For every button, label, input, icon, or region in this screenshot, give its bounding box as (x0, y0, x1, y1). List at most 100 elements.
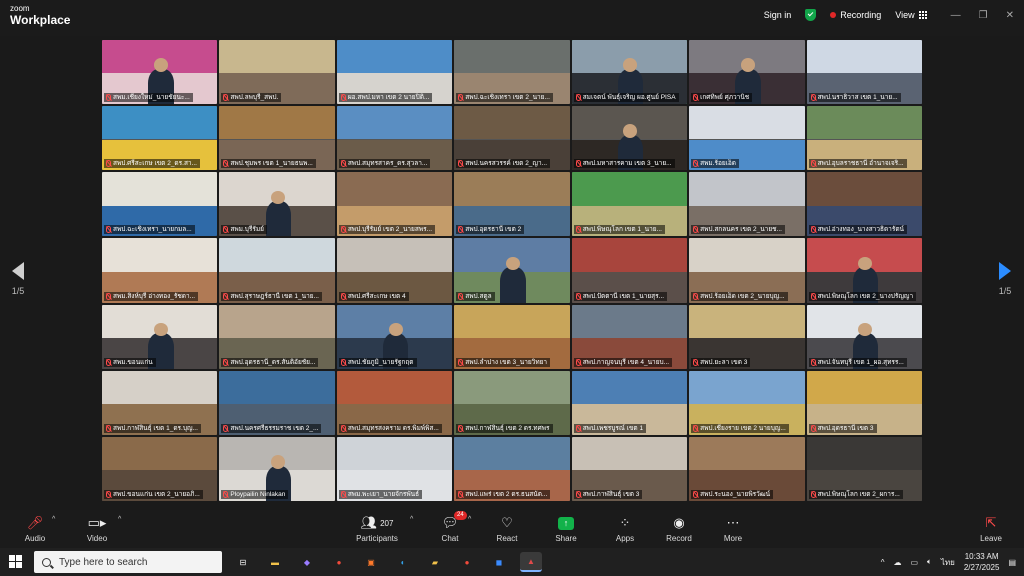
participants-options-caret-icon[interactable]: ^ (410, 516, 413, 523)
participant-tile[interactable]: สพป.เพชรบูรณ์ เขต 1 (571, 370, 688, 435)
participant-tile[interactable]: สพป.อุดรธานี_ดร.สันติอัยชัย... (219, 304, 335, 369)
participant-tile[interactable]: สพป.ฉะเชิงเทรา เขต 2_นาย... (454, 40, 570, 105)
participant-tile[interactable]: สพม.ขอนแก่น (102, 304, 218, 369)
video-options-caret-icon[interactable]: ^ (118, 516, 121, 523)
active-app-icon[interactable]: ▲ (520, 552, 542, 572)
participant-tile[interactable]: สพป.นครสวรรค์ เขต 2_ญา... (454, 106, 570, 171)
audio-options-caret-icon[interactable]: ^ (52, 516, 55, 523)
participant-tile[interactable]: สพป.จันทบุรี เขต 1_ผอ.สุทรร... (806, 304, 922, 369)
participant-name-tag: สพป.แพร่ เขต 2 ดร.ธนสนัต... (456, 490, 551, 499)
chrome-icon[interactable]: ● (328, 552, 350, 572)
mic-muted-icon (458, 424, 464, 432)
windows-start-icon[interactable] (9, 555, 22, 568)
chrome-profile-icon[interactable]: ● (456, 552, 478, 572)
participant-tile[interactable]: สพป.เชียงราย เขต 2 นายบุญ... (689, 370, 805, 435)
participant-tile[interactable]: สพป.อุดรธานี เขต 3 (806, 370, 922, 435)
edge-icon[interactable]: ◐ (392, 552, 414, 572)
participant-name-tag: สพม.ร้อยเอ็ด (691, 159, 740, 169)
folder-icon[interactable]: ▰ (424, 552, 446, 572)
participant-tile[interactable]: สพป.ฉะเชิงเทรา_นายกมล... (102, 172, 218, 237)
participant-tile[interactable]: สพป.สมุทรสงคราม ดร.พิมพ์พิส... (336, 370, 453, 435)
chat-unread-badge: 24 (454, 511, 467, 520)
record-button[interactable]: ◉ Record (654, 514, 704, 543)
previous-page-button[interactable]: 1/5 (8, 262, 28, 296)
mic-muted-icon (340, 226, 346, 234)
mic-muted-icon (575, 94, 581, 102)
taskbar-search-box[interactable]: Type here to search (34, 551, 222, 573)
participant-tile[interactable]: สพป.กาฬสินธุ์ เขต 2 ดร.ทศพร (454, 370, 570, 435)
more-button[interactable]: ⋯ More (708, 514, 758, 543)
participant-tile[interactable]: สพป.ระนอง_นายพิรวัฒน์ (689, 436, 805, 501)
participant-tile[interactable]: สพป.มหาสารคาม เขต 3_นาย... (571, 106, 688, 171)
notifications-icon[interactable]: ▤ (1008, 558, 1016, 567)
sign-in-link[interactable]: Sign in (764, 10, 792, 20)
participant-tile[interactable]: สพม.สิงห์บุรี อ่างทอง_รัชดา... (102, 238, 218, 303)
rss-app-icon[interactable]: ▣ (360, 552, 382, 572)
apps-button[interactable]: ⁘ Apps (600, 514, 650, 543)
leave-button[interactable]: ⇱ Leave (966, 514, 1016, 543)
participant-tile[interactable]: สพป.สกลนคร เขต 2_นายช... (689, 172, 805, 237)
participant-tile[interactable]: Ploypailin Ninlakan (219, 436, 335, 501)
participant-tile[interactable]: สพป.กาฬสินธุ์ เขต 1_ดร.บุญ... (102, 370, 218, 435)
file-explorer-icon[interactable]: ▬ (264, 552, 286, 572)
encryption-shield-icon[interactable] (805, 9, 817, 21)
participant-name-tag: สพป.บุรีรัมย์ เขต 2_นายสพร... (338, 225, 436, 235)
participant-tile[interactable]: สพป.ร้อยเอ็ด เขต 2_นายบุญ... (689, 238, 805, 303)
language-indicator[interactable]: ไทย (941, 556, 955, 569)
participant-tile[interactable]: สพป.อุดรธานี เขต 2 (454, 172, 570, 237)
participant-tile[interactable]: สพป.อ่างทอง_นางสาวธิดารัตน์ (806, 172, 922, 237)
participant-tile[interactable]: สพป.นราธิวาส เขต 1_นาย... (806, 40, 922, 105)
participant-tile[interactable]: สพป.สตูล (454, 238, 570, 303)
chat-options-caret-icon[interactable]: ^ (468, 516, 471, 523)
mic-muted-icon (810, 226, 816, 234)
cloud-icon[interactable]: ☁ (893, 558, 901, 567)
participant-tile[interactable]: สพป.ปัตตานี เขต 1_นายสุร... (571, 238, 688, 303)
participant-tile[interactable]: สพป.พิษณุโลก เขต 2_นางปรัญญา (806, 238, 922, 303)
participant-tile[interactable]: สพป.กาฬสินธุ์ เขต 3 (571, 436, 688, 501)
participant-name: สพม.บุรีรัมย์ (230, 226, 264, 234)
participant-tile[interactable]: สพป.กาญจนบุรี เขต 4_นายบ... (571, 304, 688, 369)
participant-tile[interactable]: สพป.พิษณุโลก เขต 2_ผการ... (806, 436, 922, 501)
react-button[interactable]: ♡ React (482, 514, 532, 543)
participant-tile[interactable]: สพป.ชัยภูมิ_นายรัฐกฤต (336, 304, 453, 369)
participant-tile[interactable]: สพม.พะเยา_นายจักรพันธ์ (336, 436, 453, 501)
restore-icon[interactable]: ❐ (979, 10, 988, 21)
participant-tile[interactable]: สพป.ลพบุรี_สพป. (219, 40, 335, 105)
participant-tile[interactable]: สพป.บุรีรัมย์ เขต 2_นายสพร... (336, 172, 453, 237)
participant-tile[interactable]: สพป.นครศรีธรรมราช เขต 2_... (219, 370, 335, 435)
participants-button[interactable]: 👥︎ 207 Participants (350, 514, 404, 543)
volume-icon[interactable]: 🔈︎ (927, 557, 932, 567)
tray-overflow-icon[interactable]: ^ (881, 558, 885, 567)
participant-tile[interactable]: สพป.ศรีสะเกษ เขต 2_ดร.สา... (102, 106, 218, 171)
participant-tile[interactable]: สพป.แพร่ เขต 2 ดร.ธนสนัต... (454, 436, 570, 501)
participant-tile[interactable]: สพป.สุราษฎร์ธานี เขต 1_นาย... (219, 238, 335, 303)
share-button[interactable]: ↑ Share (541, 514, 591, 543)
participant-tile[interactable]: สพป.สมุทรสาคร_ดร.สุวลา... (336, 106, 453, 171)
view-button[interactable]: View (895, 10, 927, 20)
video-feed-background (219, 238, 335, 272)
participant-tile[interactable]: สมเจตน์ พันธุ์เจริญ ผอ.ศูนย์ PISA (571, 40, 688, 105)
network-icon[interactable]: ▭ (910, 558, 918, 567)
participant-tile[interactable]: ผอ.สพป.มหา เขต 2 นายปิติ... (336, 40, 453, 105)
task-view-icon[interactable]: ⊟ (232, 552, 254, 572)
clock[interactable]: 10:33 AM 2/27/2025 (964, 551, 1000, 573)
participant-tile[interactable]: สพม.ร้อยเอ็ด (689, 106, 805, 171)
copilot-icon[interactable]: ◆ (296, 552, 318, 572)
next-page-button[interactable]: 1/5 (995, 262, 1015, 296)
video-button[interactable]: ▭▸ Video (72, 514, 122, 543)
participant-tile[interactable]: สพป.ขอนแก่น เขต 2_นายอภิ... (102, 436, 218, 501)
participant-tile[interactable]: สพป.อุบลราชธานี อำนาจเจริ... (806, 106, 922, 171)
recording-indicator[interactable]: Recording (830, 10, 881, 20)
participant-tile[interactable]: สพป.พิษณุโลก เขต 1_นาย... (571, 172, 688, 237)
participant-tile[interactable]: สพม.เชียงใหม่_นายชัยนะ... (102, 40, 218, 105)
participant-tile[interactable]: สพป.ลำปาง เขต 3_นายวิทยา (454, 304, 570, 369)
participant-tile[interactable]: สพป.ชุมพร เขต 1_นายธนพ... (219, 106, 335, 171)
zoom-workplace-logo: zoom Workplace (10, 5, 70, 27)
participant-tile[interactable]: สพม.บุรีรัมย์ (219, 172, 335, 237)
close-icon[interactable]: ✕ (1006, 10, 1014, 21)
participant-tile[interactable]: สพป.ศรีสะเกษ เขต 4 (336, 238, 453, 303)
minimize-icon[interactable]: — (951, 10, 961, 21)
zoom-taskbar-icon[interactable]: ◼ (488, 552, 510, 572)
participant-tile[interactable]: สพป.ยะลา เขต 3 (689, 304, 805, 369)
participant-tile[interactable]: เกศทิพย์ ศุภวานิช (689, 40, 805, 105)
